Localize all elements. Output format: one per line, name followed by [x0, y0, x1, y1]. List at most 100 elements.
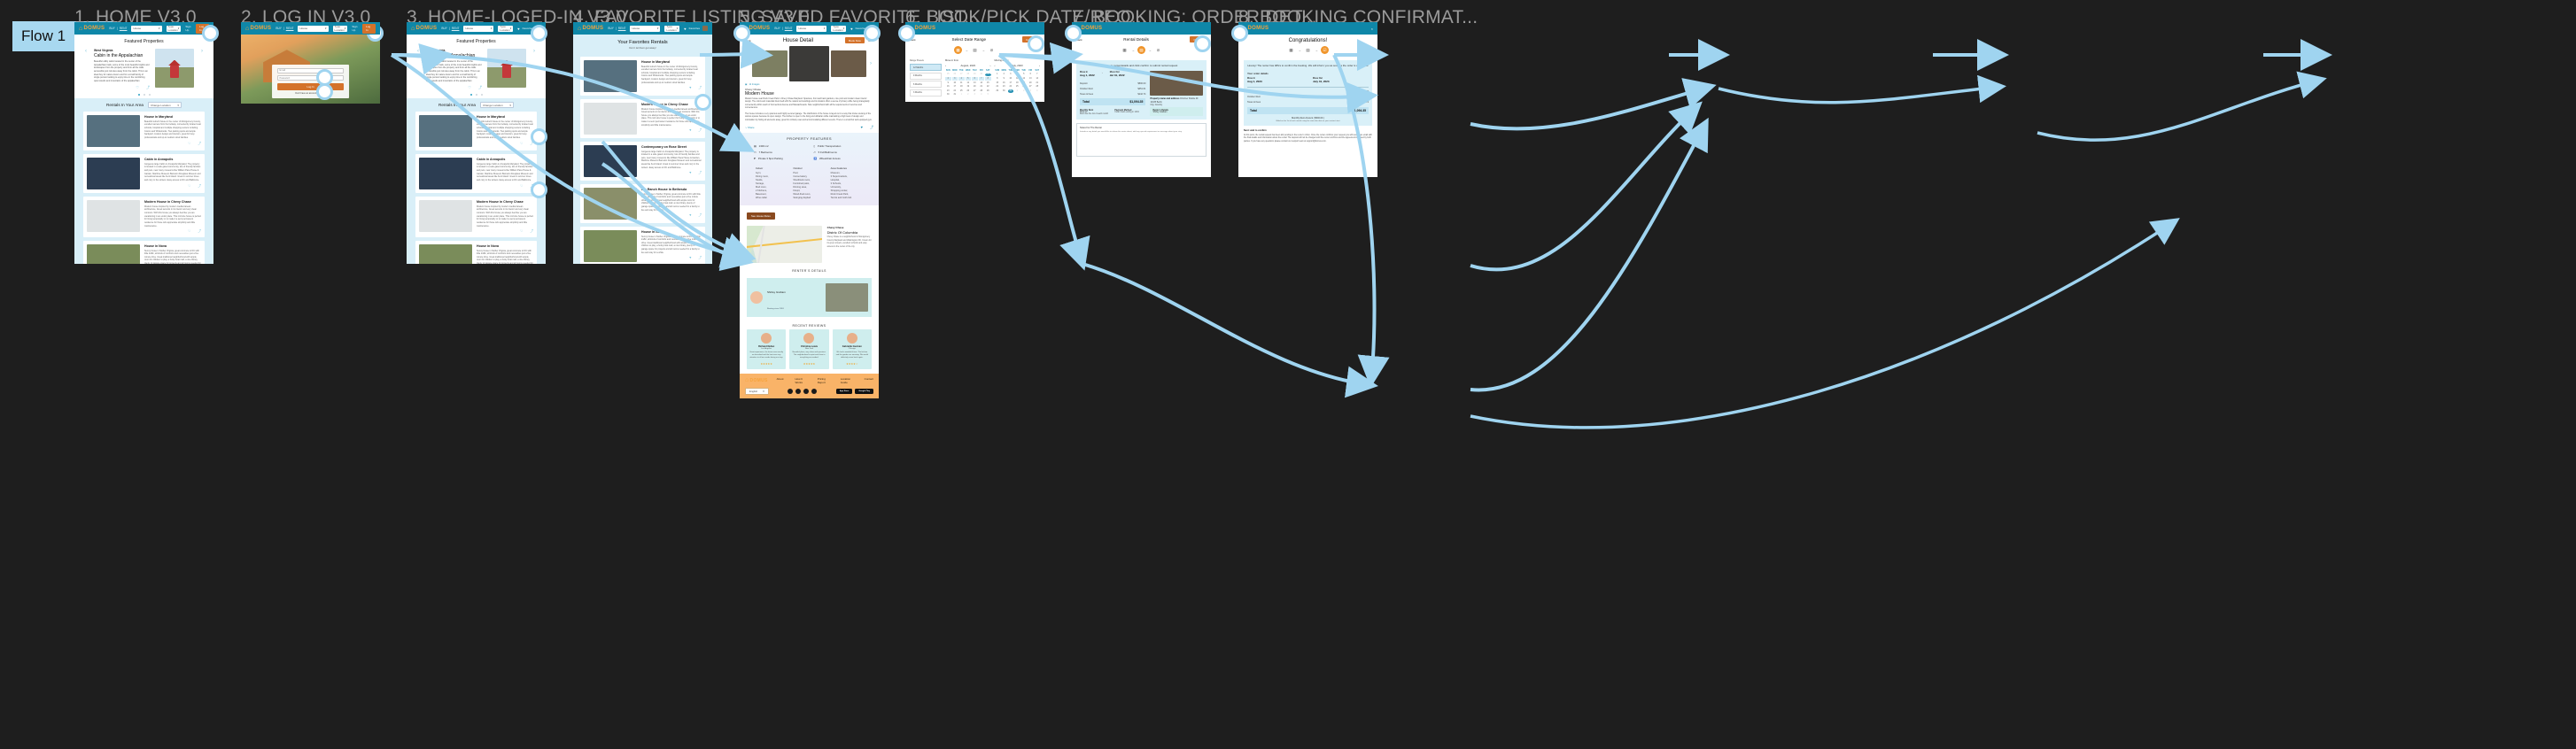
- heart-icon[interactable]: ♡: [188, 229, 190, 234]
- change-location-select[interactable]: Change Location ▾: [479, 102, 514, 109]
- password-field[interactable]: Password: [276, 75, 345, 81]
- calendar-grid[interactable]: SUN MON TUE WED THU FRI SAT 25 26 27 28 29 30 1 2…: [945, 69, 991, 97]
- login-submit-button[interactable]: Log In: [276, 82, 345, 90]
- frame-booking-confirmation[interactable]: ⌂DOMUS × Congratulations! ▦ → ▤ → ☑ Hoor…: [1238, 22, 1377, 177]
- heart-filled-icon[interactable]: ♥: [689, 171, 691, 175]
- table-row[interactable]: Big Ranch House in Bethesda Sunny house …: [580, 184, 705, 223]
- share-icon[interactable]: ⤴: [698, 213, 702, 218]
- hotspot-order-nav[interactable]: [1231, 25, 1248, 42]
- type-select[interactable]: House ▾: [131, 25, 162, 32]
- google-play-badge[interactable]: Google Play: [855, 388, 873, 394]
- hotspot-home-logged-nav[interactable]: [531, 25, 547, 42]
- table-row[interactable]: House in Nova Sunny house in Nother Virg…: [83, 241, 205, 264]
- favorites-icon[interactable]: ♥: [850, 27, 852, 31]
- calendar-step-icon[interactable]: ▦: [954, 46, 962, 54]
- table-row[interactable]: Contemporary on Rose Street Gorgeous lar…: [580, 142, 705, 181]
- share-icon[interactable]: ⤴: [478, 85, 482, 90]
- share-icon[interactable]: ⤴: [698, 256, 702, 260]
- frame-house-detail[interactable]: ⌂DOMUS BUY|RENT House▾ Type Location▾ ♥ …: [740, 22, 879, 398]
- location-map[interactable]: [747, 226, 822, 264]
- check-step-icon[interactable]: ⊘: [1154, 46, 1162, 54]
- nav-buy[interactable]: BUY: [109, 27, 115, 30]
- footer-link[interactable]: How It Works: [795, 377, 806, 384]
- calendar-prev-icon[interactable]: ‹: [995, 64, 996, 67]
- frame-home-logged-in[interactable]: ⌂ DOMUS BUY | RENT House ▾ Type Location ▾ ♥ …: [407, 22, 546, 264]
- check-step-icon[interactable]: ⊘: [988, 46, 996, 54]
- carousel-prev-icon[interactable]: ‹: [415, 49, 421, 54]
- document-step-icon[interactable]: ▤: [1304, 46, 1312, 54]
- heart-filled-icon[interactable]: ♥: [689, 256, 691, 260]
- document-step-icon[interactable]: ▤: [971, 46, 979, 54]
- renter-card[interactable]: Shirley Graham Renting since 2018: [747, 278, 872, 318]
- heart-icon[interactable]: ♡: [188, 142, 190, 146]
- payment-method[interactable]: Payment Method Credit Card ending in 123…: [1114, 109, 1145, 115]
- table-row[interactable]: House in Nova Sunny house in Nother Virg…: [580, 227, 705, 264]
- type-select[interactable]: House ▾: [463, 25, 494, 32]
- location-input[interactable]: Type Location ▾: [498, 25, 514, 32]
- share-icon[interactable]: ⤴: [530, 229, 533, 234]
- hotspot-home-card[interactable]: [531, 128, 547, 145]
- footer-link[interactable]: Contact: [865, 377, 873, 384]
- hotspot-date-nav[interactable]: [1065, 25, 1082, 42]
- image-count[interactable]: ▣ 11 Images: [740, 81, 879, 88]
- heart-filled-icon[interactable]: ♥: [861, 125, 863, 130]
- hotspot-favorites-card[interactable]: [694, 94, 711, 111]
- location-input[interactable]: Type Location ▾: [166, 25, 182, 32]
- carousel-dots[interactable]: [407, 90, 546, 98]
- location-input[interactable]: Type Location ▾: [332, 25, 348, 32]
- share-icon[interactable]: ⤴: [698, 171, 702, 175]
- table-row[interactable]: House in Maryland Beautiful suburb house…: [83, 112, 205, 151]
- favorites-link[interactable]: Favorites: [689, 27, 700, 30]
- location-input[interactable]: Type Location ▾: [831, 25, 847, 32]
- table-row[interactable]: Cabin in Annapolis Gorgeous large Cabin …: [83, 154, 205, 194]
- gallery-prev-icon[interactable]: ‹: [745, 61, 750, 66]
- type-select[interactable]: House ▾: [298, 25, 329, 32]
- hotspot-detail-nav[interactable]: [864, 25, 881, 42]
- nav-buy-rent[interactable]: BUY | RENT: [109, 27, 127, 30]
- calendar-move-out[interactable]: Moving out by ‹ July, 2023 › SUN MON TUE W…: [995, 59, 1041, 97]
- favorites-icon[interactable]: ♥: [517, 27, 519, 31]
- calendar-move-in[interactable]: Move in from ‹ August, 2023 › SUN MON TUE…: [945, 59, 991, 97]
- frame-favorite-listing[interactable]: ⌂ DOMUS BUY | RENT House ▾ Type Location ▾ ♥ …: [573, 22, 712, 264]
- check-step-icon[interactable]: ☑: [1321, 46, 1329, 54]
- signup-link[interactable]: Sign Up: [185, 25, 193, 32]
- close-icon[interactable]: ×: [1371, 27, 1373, 31]
- frame-home[interactable]: ⌂ DOMUS BUY | RENT House ▾ Type Location…: [74, 22, 213, 264]
- book-now-button[interactable]: Book Now: [845, 37, 865, 43]
- table-row[interactable]: House in Maryland Beautiful suburb house…: [580, 57, 705, 96]
- nav-rent[interactable]: RENT: [120, 27, 128, 30]
- document-step-icon[interactable]: ▤: [1137, 46, 1145, 54]
- heart-icon[interactable]: ♡: [520, 142, 523, 146]
- calendar-step-icon[interactable]: ▦: [1287, 46, 1295, 54]
- heart-filled-icon[interactable]: ♥: [689, 213, 691, 218]
- footer-link[interactable]: Location Guide: [841, 377, 853, 384]
- table-row[interactable]: Cabin in Annapolis Gorgeous large Cabin …: [415, 154, 537, 194]
- preset-option[interactable]: 6 Months: [910, 81, 942, 88]
- calendar-next-icon[interactable]: ›: [990, 64, 991, 67]
- heart-icon[interactable]: ♡: [136, 85, 139, 90]
- hotspot-detail-book[interactable]: [898, 25, 915, 42]
- frame-book-date[interactable]: ⌂DOMUS Back Select Date Range Continue ▦…: [905, 22, 1044, 102]
- heart-icon[interactable]: ♡: [520, 229, 523, 234]
- share-icon[interactable]: ⤴: [146, 85, 150, 90]
- signup-prompt[interactable]: Don't have an account? Sign Up: [277, 92, 345, 95]
- type-select[interactable]: House ▾: [796, 25, 827, 32]
- range-presets[interactable]: Range Presets 12 Months 9 Months 6 Month…: [910, 59, 942, 97]
- share-icon[interactable]: ⤴: [698, 86, 702, 90]
- calendar-step-icon[interactable]: ▦: [1121, 46, 1129, 54]
- frame-order-details[interactable]: ⌂DOMUS Back Rental Details Confirm ▦ → ▤…: [1072, 22, 1211, 177]
- share-icon[interactable]: ⤴: [870, 125, 873, 130]
- carousel-dots[interactable]: [74, 90, 213, 98]
- calendar-prev-icon[interactable]: ‹: [945, 64, 946, 67]
- brand-logo[interactable]: ⌂ DOMUS: [79, 26, 105, 32]
- share-icon[interactable]: ⤴: [198, 184, 201, 189]
- table-row[interactable]: House in Maryland Beautiful suburb house…: [415, 112, 537, 151]
- carousel-prev-icon[interactable]: ‹: [83, 49, 89, 54]
- footer-link[interactable]: About: [777, 377, 784, 384]
- house-rules-button[interactable]: See House Rules: [747, 212, 775, 220]
- share-button[interactable]: ⤳ Share: [745, 126, 755, 129]
- preset-option[interactable]: 9 Months: [910, 72, 942, 80]
- table-row[interactable]: Modern House in Chevy Chase Modern house…: [580, 99, 705, 138]
- gallery-next-icon[interactable]: ›: [868, 61, 873, 66]
- language-select[interactable]: English ▾: [745, 387, 769, 395]
